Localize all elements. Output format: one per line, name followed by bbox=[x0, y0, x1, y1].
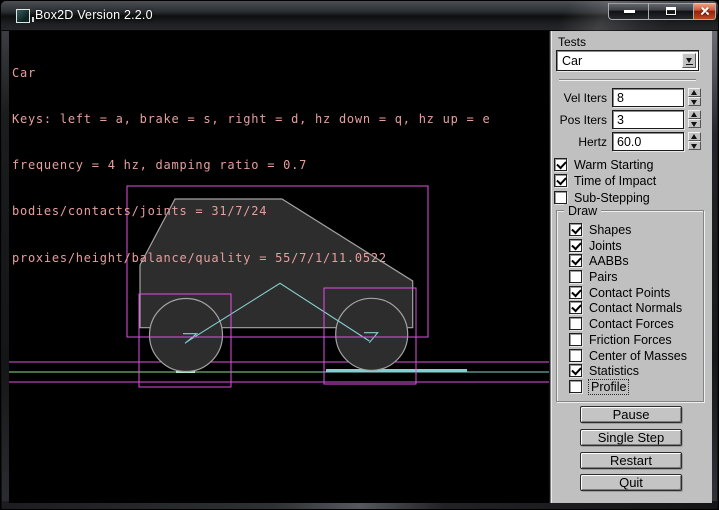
single-step-button[interactable]: Single Step bbox=[580, 429, 682, 446]
pos-iters-row: Pos Iters bbox=[550, 110, 712, 129]
vel-iters-input[interactable] bbox=[612, 88, 684, 107]
spinner-up-button[interactable] bbox=[688, 132, 701, 141]
simulation-canvas[interactable]: Car Keys: left = a, brake = s, right = d… bbox=[9, 31, 549, 503]
maximize-button[interactable] bbox=[649, 3, 694, 20]
minimize-button[interactable] bbox=[608, 3, 649, 20]
bodies-stats-text: bodies/contacts/joints = 31/7/24 bbox=[12, 204, 490, 219]
caption-buttons bbox=[608, 3, 716, 20]
application-window: Box2D Version 2.2.0 bbox=[0, 0, 719, 510]
maximize-icon bbox=[666, 7, 676, 15]
vel-iters-spinner bbox=[688, 88, 701, 107]
separator bbox=[559, 79, 696, 81]
checkbox-icon[interactable] bbox=[569, 239, 582, 252]
checkbox-icon[interactable] bbox=[569, 364, 582, 377]
car-front-wheel bbox=[336, 298, 408, 370]
stats-overlay: Car Keys: left = a, brake = s, right = d… bbox=[12, 35, 490, 297]
hertz-spinner bbox=[688, 132, 701, 151]
draw-group-box: Draw Shapes Joints AABBs Pairs bbox=[556, 210, 704, 402]
checkbox-icon[interactable] bbox=[569, 380, 582, 393]
checkbox-icon[interactable] bbox=[554, 158, 567, 171]
pos-iters-label: Pos Iters bbox=[550, 113, 607, 127]
app-icon bbox=[16, 9, 30, 23]
window-border-left bbox=[2, 31, 9, 503]
checkbox-icon[interactable] bbox=[569, 270, 582, 283]
hertz-row: Hertz bbox=[550, 132, 712, 151]
checkbox-icon[interactable] bbox=[569, 349, 582, 362]
checkbox-icon[interactable] bbox=[569, 333, 582, 346]
window-title: Box2D Version 2.2.0 bbox=[35, 8, 153, 22]
spinner-up-button[interactable] bbox=[688, 88, 701, 97]
arrow-down-icon bbox=[691, 122, 697, 127]
minimize-icon bbox=[624, 10, 635, 13]
quit-button[interactable]: Quit bbox=[580, 474, 682, 491]
checkbox-icon[interactable] bbox=[569, 301, 582, 314]
arrow-down-icon bbox=[691, 144, 697, 149]
checkbox-icon[interactable] bbox=[554, 174, 567, 187]
spinner-down-button[interactable] bbox=[688, 119, 701, 128]
pos-iters-input[interactable] bbox=[612, 110, 684, 129]
vel-iters-label: Vel Iters bbox=[550, 91, 607, 105]
checkbox-icon[interactable] bbox=[569, 286, 582, 299]
spinner-down-button[interactable] bbox=[688, 141, 701, 150]
keys-help-text: Keys: left = a, brake = s, right = d, hz… bbox=[12, 112, 490, 127]
checkbox-icon[interactable] bbox=[569, 223, 582, 236]
restart-button[interactable]: Restart bbox=[580, 452, 682, 469]
checkbox-icon[interactable] bbox=[569, 317, 582, 330]
control-panel: Tests Car Vel Iters Pos Iters bbox=[550, 31, 712, 503]
chevron-down-icon bbox=[686, 58, 692, 63]
spinner-up-button[interactable] bbox=[688, 110, 701, 119]
pos-iters-spinner bbox=[688, 110, 701, 129]
proxies-stats-text: proxies/height/balance/quality = 55/7/1/… bbox=[12, 251, 490, 266]
close-button[interactable] bbox=[694, 3, 716, 20]
arrow-up-icon bbox=[691, 112, 697, 117]
checkbox-icon[interactable] bbox=[569, 254, 582, 267]
arrow-up-icon bbox=[691, 134, 697, 139]
draw-group-title: Draw bbox=[564, 204, 601, 218]
tests-dropdown[interactable]: Car bbox=[556, 50, 699, 71]
close-icon bbox=[699, 5, 711, 17]
arrow-up-icon bbox=[691, 90, 697, 95]
window-frame: Box2D Version 2.2.0 bbox=[0, 0, 719, 510]
arrow-down-icon bbox=[691, 100, 697, 105]
hertz-input[interactable] bbox=[612, 132, 684, 151]
dropdown-button[interactable] bbox=[682, 53, 696, 68]
frequency-text: frequency = 4 hz, damping ratio = 0.7 bbox=[12, 158, 490, 173]
tests-label: Tests bbox=[558, 35, 586, 49]
car-rear-wheel bbox=[150, 299, 223, 372]
tests-selected-value: Car bbox=[562, 54, 582, 68]
test-name-text: Car bbox=[12, 66, 490, 81]
vel-iters-row: Vel Iters bbox=[550, 88, 712, 107]
hertz-label: Hertz bbox=[550, 135, 607, 149]
pause-button[interactable]: Pause bbox=[580, 406, 682, 423]
checkbox-icon[interactable] bbox=[554, 191, 567, 204]
spinner-down-button[interactable] bbox=[688, 97, 701, 106]
